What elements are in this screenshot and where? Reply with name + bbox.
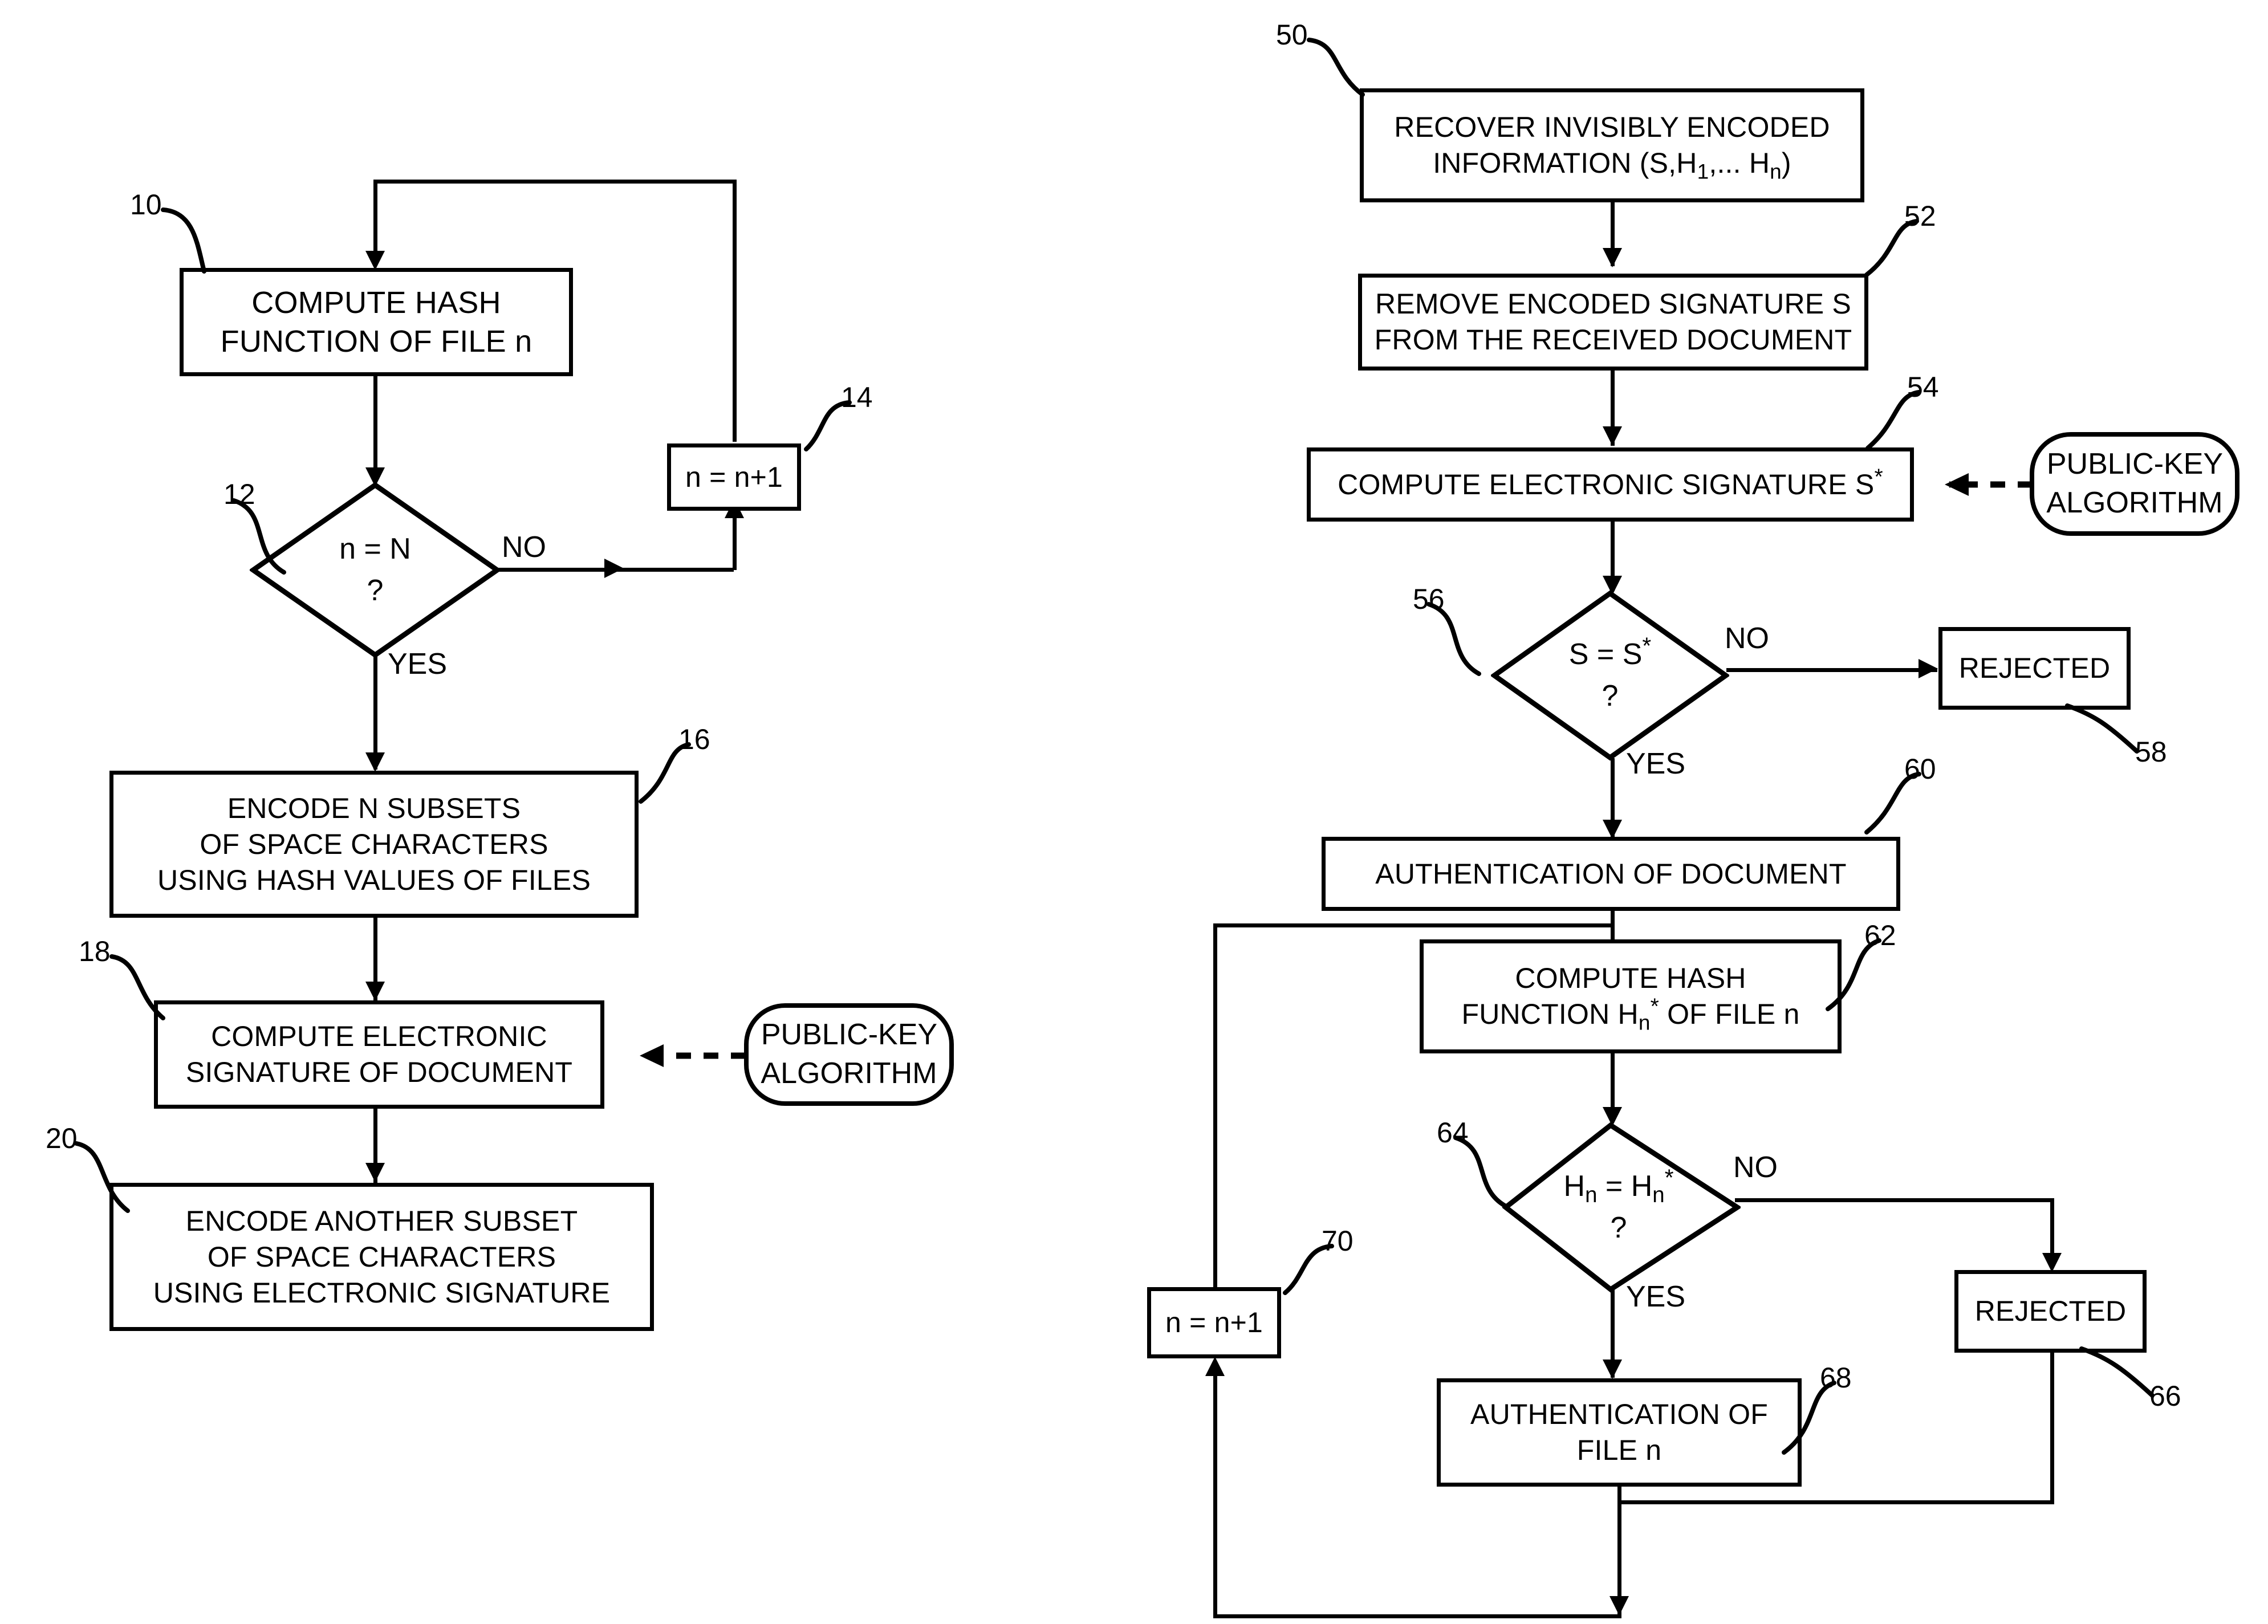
- arrowhead-into-box-70: [1205, 1357, 1225, 1376]
- ref-10: 10: [130, 189, 162, 221]
- leader-line-52: [1864, 219, 1919, 277]
- node-66-label: REJECTED: [1974, 1295, 2127, 1327]
- dashed-connector-oval-to-18: [640, 1044, 746, 1067]
- connector-14-to-10-vertical-right: [733, 180, 737, 442]
- arrowhead-into-box-10: [365, 251, 385, 270]
- node-increment-n-left[interactable]: n = n+1: [667, 443, 801, 511]
- leader-line-62: [1826, 938, 1881, 1011]
- node-70-label: n = n+1: [1165, 1306, 1263, 1338]
- node-60-label: AUTHENTICATION OF DOCUMENT: [1375, 857, 1847, 890]
- arrowhead-into-box-20: [365, 1163, 385, 1182]
- connector-66-down: [2050, 1353, 2054, 1504]
- node-16-line-1: ENCODE N SUBSETS: [227, 792, 521, 824]
- leader-line-18: [109, 954, 165, 1020]
- node-authentication-of-document[interactable]: AUTHENTICATION OF DOCUMENT: [1322, 837, 1900, 911]
- node-62-line-2: FUNCTION Hn* OF FILE n: [1461, 994, 1800, 1035]
- oval-left-line-2: ALGORITHM: [761, 1057, 937, 1090]
- arrowhead-into-box-66: [2042, 1253, 2062, 1272]
- connector-56-no-horizontal: [1726, 668, 1937, 672]
- node-compute-hash-function-of-file-n[interactable]: COMPUTE HASH FUNCTION OF FILE n: [180, 268, 573, 376]
- node-increment-n-right[interactable]: n = n+1: [1147, 1287, 1281, 1358]
- node-58-label: REJECTED: [1958, 652, 2111, 684]
- node-18-line-2: SIGNATURE OF DOCUMENT: [185, 1056, 573, 1088]
- edge-label-no-12: NO: [502, 531, 546, 564]
- arrowhead-into-box-18: [365, 982, 385, 1001]
- arrowhead-no-branch-12: [604, 559, 624, 578]
- annotation-public-key-algorithm-left[interactable]: PUBLIC-KEY ALGORITHM: [744, 1003, 954, 1106]
- leader-line-50: [1307, 38, 1365, 97]
- connector-66-join-horizontal: [1617, 1500, 2054, 1504]
- node-20-line-1: ENCODE ANOTHER SUBSET: [185, 1204, 578, 1237]
- connector-64-no-horizontal: [1735, 1198, 2054, 1202]
- oval-right-line-2: ALGORITHM: [2046, 486, 2223, 519]
- ref-50: 50: [1276, 19, 1308, 51]
- node-rejected-file[interactable]: REJECTED: [1954, 1270, 2147, 1353]
- dashed-connector-oval-to-54: [1945, 473, 2033, 496]
- node-16-line-2: OF SPACE CHARACTERS: [200, 828, 548, 860]
- node-68-line-2: FILE n: [1576, 1434, 1662, 1466]
- node-10-line-2: FUNCTION OF FILE n: [220, 324, 533, 359]
- connector-70-feedback-horizontal: [1213, 923, 1613, 927]
- connector-14-to-10-vertical-left: [373, 180, 377, 257]
- node-50-line-1: RECOVER INVISIBLY ENCODED: [1394, 111, 1830, 143]
- leader-line-58: [2065, 703, 2139, 754]
- leader-line-12: [231, 498, 286, 575]
- node-compute-electronic-signature-of-document[interactable]: COMPUTE ELECTRONIC SIGNATURE OF DOCUMENT: [154, 1000, 604, 1109]
- oval-left-line-1: PUBLIC-KEY: [761, 1018, 937, 1052]
- leader-line-70: [1283, 1244, 1334, 1295]
- leader-line-56: [1426, 602, 1481, 676]
- leader-line-10: [161, 207, 206, 274]
- connector-70-feedback-vertical: [1213, 923, 1217, 1345]
- connector-14-to-10-horizontal: [373, 180, 737, 184]
- edge-label-no-56: NO: [1725, 622, 1769, 655]
- node-encode-n-subsets[interactable]: ENCODE N SUBSETS OF SPACE CHARACTERS USI…: [109, 771, 639, 918]
- arrowhead-into-box-60: [1603, 820, 1622, 839]
- ref-18: 18: [79, 935, 111, 967]
- leader-line-68: [1782, 1381, 1836, 1455]
- node-50-line-2: INFORMATION (S,H1,... Hn): [1433, 147, 1791, 184]
- leader-line-60: [1864, 772, 1921, 835]
- node-52-line-2: FROM THE RECEIVED DOCUMENT: [1374, 324, 1852, 356]
- patent-figure-canvas: COMPUTE HASH FUNCTION OF FILE n 10 n = N…: [0, 0, 2268, 1624]
- leader-line-14: [804, 400, 852, 451]
- node-authentication-of-file-n[interactable]: AUTHENTICATION OF FILE n: [1437, 1378, 1802, 1487]
- node-remove-encoded-signature[interactable]: REMOVE ENCODED SIGNATURE S FROM THE RECE…: [1358, 274, 1868, 371]
- node-52-line-1: REMOVE ENCODED SIGNATURE S: [1375, 288, 1851, 320]
- node-16-line-3: USING HASH VALUES OF FILES: [157, 864, 591, 896]
- node-18-line-1: COMPUTE ELECTRONIC: [211, 1020, 547, 1052]
- leader-line-66: [2079, 1346, 2155, 1398]
- connector-bottom-up-to-70: [1213, 1368, 1217, 1616]
- node-encode-another-subset[interactable]: ENCODE ANOTHER SUBSET OF SPACE CHARACTER…: [109, 1183, 654, 1331]
- arrowhead-into-box-16: [365, 752, 385, 772]
- oval-right-line-1: PUBLIC-KEY: [2046, 447, 2223, 481]
- annotation-public-key-algorithm-right[interactable]: PUBLIC-KEY ALGORITHM: [2030, 432, 2239, 536]
- node-62-line-1: COMPUTE HASH: [1515, 962, 1746, 994]
- node-54-label: COMPUTE ELECTRONIC SIGNATURE S*: [1338, 464, 1883, 500]
- node-14-label: n = n+1: [685, 461, 783, 493]
- node-compute-hash-function-hn-star[interactable]: COMPUTE HASH FUNCTION Hn* OF FILE n: [1420, 939, 1842, 1053]
- edge-label-yes-64: YES: [1626, 1280, 1686, 1313]
- node-rejected-signature[interactable]: REJECTED: [1938, 627, 2131, 710]
- edge-label-yes-56: YES: [1626, 747, 1686, 780]
- leader-line-64: [1453, 1135, 1508, 1208]
- node-compute-electronic-signature-s-star[interactable]: COMPUTE ELECTRONIC SIGNATURE S*: [1307, 447, 1914, 522]
- connector-10-to-12: [373, 376, 377, 476]
- node-recover-invisibly-encoded-information[interactable]: RECOVER INVISIBLY ENCODED INFORMATION (S…: [1360, 88, 1864, 202]
- arrowhead-into-box-52: [1603, 248, 1622, 267]
- node-68-line-1: AUTHENTICATION OF: [1470, 1398, 1768, 1430]
- arrowhead-into-box-68: [1603, 1360, 1622, 1379]
- leader-line-20: [74, 1141, 130, 1213]
- connector-bottom-to-70-horizontal: [1213, 1614, 1621, 1618]
- arrowhead-into-box-58: [1919, 659, 1938, 678]
- arrowhead-bottom-turn: [1609, 1596, 1629, 1615]
- leader-line-16: [639, 742, 691, 804]
- node-20-line-2: OF SPACE CHARACTERS: [207, 1240, 556, 1273]
- arrowhead-into-box-54: [1603, 426, 1622, 446]
- node-20-line-3: USING ELECTRONIC SIGNATURE: [153, 1276, 611, 1309]
- node-10-line-1: COMPUTE HASH: [251, 285, 501, 320]
- edge-label-no-64: NO: [1733, 1151, 1778, 1184]
- leader-line-54: [1865, 390, 1921, 450]
- edge-label-yes-12: YES: [388, 648, 448, 681]
